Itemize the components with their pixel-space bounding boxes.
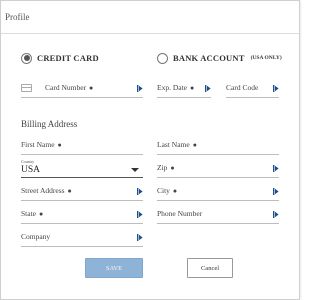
card-number-field[interactable]: Card Number ● — [21, 76, 143, 98]
country-caption: Country — [21, 159, 35, 164]
credit-card-radio[interactable] — [21, 52, 32, 64]
zip-field[interactable]: Zip ● — [157, 156, 279, 178]
phone-number-label: Phone Number — [157, 209, 203, 218]
credit-card-label: CREDIT CARD — [37, 53, 99, 63]
bank-account-label: BANK ACCOUNT — [173, 53, 245, 63]
field-status-icon — [137, 234, 143, 241]
country-select[interactable]: Country USA — [21, 159, 143, 178]
save-button[interactable]: SAVE — [85, 258, 143, 278]
last-name-field[interactable]: Last Name ● — [157, 133, 279, 155]
state-field[interactable]: State ● — [21, 202, 143, 224]
exp-date-label: Exp. Date ● — [157, 83, 195, 92]
credit-card-icon — [21, 84, 32, 92]
billing-address-heading: Billing Address — [21, 119, 78, 129]
state-label: State ● — [21, 209, 44, 218]
street-address-field[interactable]: Street Address ● — [21, 179, 143, 201]
company-label: Company — [21, 232, 51, 241]
field-status-icon — [273, 165, 279, 172]
street-address-label: Street Address ● — [21, 186, 72, 195]
city-field[interactable]: City ● — [157, 179, 279, 201]
last-name-label: Last Name ● — [157, 140, 197, 149]
credit-card-option[interactable]: CREDIT CARD — [21, 50, 99, 66]
first-name-label: First Name ● — [21, 140, 62, 149]
phone-number-field[interactable]: Phone Number — [157, 202, 279, 224]
dialog-title: Profile — [5, 12, 30, 22]
card-number-label: Card Number ● — [45, 83, 94, 92]
chevron-down-icon[interactable] — [131, 168, 139, 172]
card-code-field[interactable]: Card Code — [226, 76, 279, 98]
country-value: USA — [21, 165, 41, 175]
bank-account-option[interactable]: BANK ACCOUNT (USA ONLY) — [157, 50, 282, 66]
company-field[interactable]: Company — [21, 225, 143, 247]
field-status-icon — [137, 211, 143, 218]
card-code-label: Card Code — [226, 83, 259, 92]
exp-date-field[interactable]: Exp. Date ● — [157, 76, 211, 98]
zip-label: Zip ● — [157, 163, 175, 172]
bank-account-radio[interactable] — [157, 52, 168, 64]
field-status-icon — [205, 85, 211, 92]
bank-account-note: (USA ONLY) — [250, 55, 282, 61]
field-status-icon — [137, 188, 143, 195]
city-label: City ● — [157, 186, 178, 195]
field-status-icon — [273, 188, 279, 195]
field-status-icon — [273, 211, 279, 218]
cancel-button[interactable]: Cancel — [187, 258, 233, 278]
first-name-field[interactable]: First Name ● — [21, 133, 143, 155]
dialog-titlebar: Profile — [1, 1, 299, 34]
field-status-icon — [137, 85, 143, 92]
field-status-icon — [273, 85, 279, 92]
